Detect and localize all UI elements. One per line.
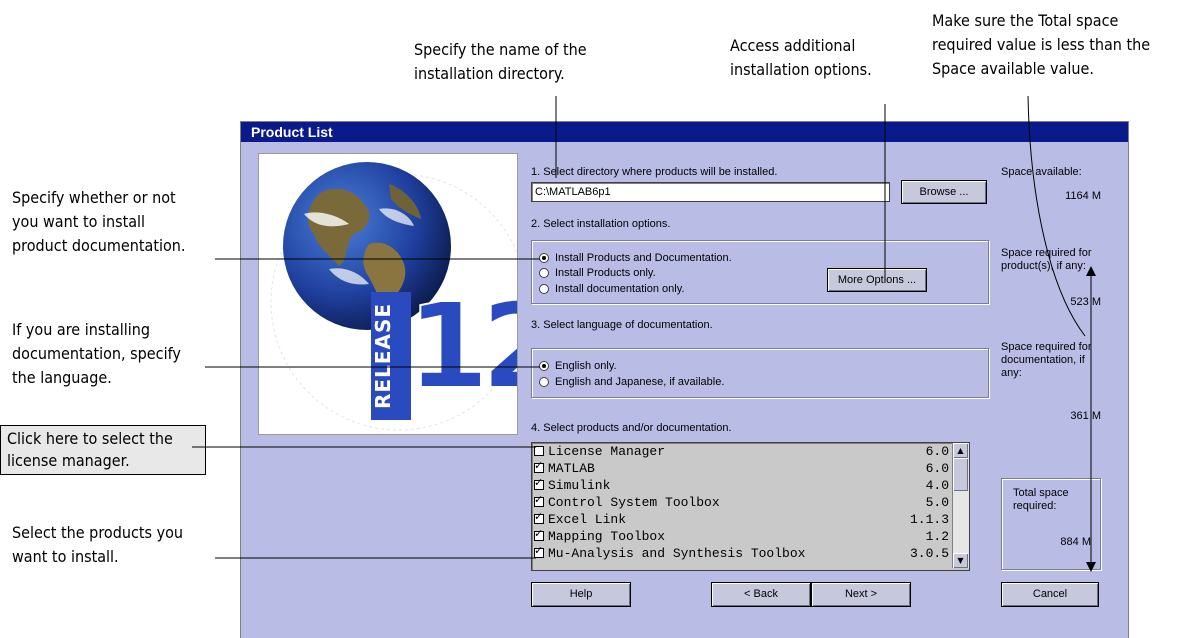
step2-label: 2. Select installation options. [531,218,671,230]
radio-selected-icon [539,253,549,263]
help-button[interactable]: Help [531,582,631,607]
checkbox-checked-icon[interactable] [534,459,544,473]
cancel-button[interactable]: Cancel [1001,582,1099,607]
scroll-up-icon[interactable]: ▲ [953,443,968,458]
radio-icon [539,284,549,294]
option-label: Install Products only. [555,267,656,279]
product-name: Mapping Toolbox [548,528,666,544]
product-name: Control System Toolbox [548,494,720,510]
checkbox-icon[interactable] [534,446,544,456]
option-label: English and Japanese, if available. [555,376,725,388]
install-directory-field[interactable]: C:\MATLAB6p1 [531,182,890,202]
step1-label: 1. Select directory where products will … [531,166,778,178]
annotation-language: If you are installing documentation, spe… [12,320,181,387]
product-name: Simulink [548,477,611,493]
checkbox-checked-icon[interactable] [534,510,544,524]
next-button[interactable]: Next > [811,582,911,607]
product-version: 6.0 [925,460,949,476]
option-label: Install documentation only. [555,283,685,295]
product-name: Excel Link [548,511,627,527]
annotation-documentation: Specify whether or not you want to insta… [12,188,186,255]
annotation-install-directory: Specify the name of the installation dir… [414,40,587,83]
list-item[interactable]: Mapping Toolbox 1.2 [534,527,949,544]
release-12-image: RELEASE 12 [258,153,518,435]
space-available-label: Space available: [1001,166,1082,178]
scroll-down-icon[interactable]: ▼ [953,553,968,568]
list-item[interactable]: Excel Link 1.1.3 [534,510,949,527]
option-products-and-docs[interactable]: Install Products and Documentation. [539,252,732,264]
products-scrollbar[interactable]: ▲ ▼ [952,443,969,568]
option-label: English only. [555,360,617,372]
annotation-space: Make sure the Total space required value… [932,11,1151,78]
space-products-value: 523 M [1070,296,1101,308]
radio-icon [539,377,549,387]
list-item[interactable]: Mu-Analysis and Synthesis Toolbox 3.0.5 [534,544,949,561]
more-options-button[interactable]: More Options ... [827,268,927,292]
products-list[interactable]: License Manager 6.0 MATLAB 6.0 Simulink … [531,442,970,571]
checkbox-checked-icon[interactable] [534,544,544,558]
product-list-dialog: Product List RELEASE 12 1. Select direct… [240,121,1129,638]
list-item[interactable]: License Manager 6.0 [534,443,949,459]
step3-label: 3. Select language of documentation. [531,319,713,331]
option-docs-only[interactable]: Install documentation only. [539,283,684,295]
space-documentation-value: 361 M [1070,410,1101,422]
space-available-value: 1164 M [1065,190,1101,202]
space-products-label: Space required for product(s), if any: [1001,247,1092,272]
release-label: RELEASE [371,292,411,420]
annotation-more-options: Access additional installation options. [730,36,872,79]
product-name: License Manager [548,443,666,459]
step4-label: 4. Select products and/or documentation. [531,422,732,434]
browse-button[interactable]: Browse ... [901,180,987,204]
back-button[interactable]: < Back [711,582,811,607]
checkbox-checked-icon[interactable] [534,493,544,507]
product-version: 4.0 [925,477,949,493]
space-total-value: 884 M [1060,536,1091,548]
checkbox-checked-icon[interactable] [534,476,544,490]
product-name: Mu-Analysis and Synthesis Toolbox [548,545,806,561]
product-version: 5.0 [925,494,949,510]
radio-selected-icon [539,361,549,371]
list-item[interactable]: Control System Toolbox 5.0 [534,493,949,510]
product-version: 3.0.5 [909,545,949,561]
annotation-license-manager: Click here to select the license manager… [0,425,206,475]
language-frame [531,348,989,398]
space-documentation-label: Space required for documentation, if any… [1001,341,1092,379]
product-name: MATLAB [548,460,595,476]
option-english-japanese[interactable]: English and Japanese, if available. [539,376,724,388]
radio-icon [539,268,549,278]
checkbox-checked-icon[interactable] [534,527,544,541]
option-label: Install Products and Documentation. [555,252,732,264]
dialog-title: Product List [241,122,1128,142]
annotation-products: Select the products you want to install. [12,523,184,566]
release-number: 12 [406,276,517,416]
scroll-thumb[interactable] [953,458,968,491]
space-total-label: Total space required: [1013,487,1069,512]
option-products-only[interactable]: Install Products only. [539,267,656,279]
product-version: 6.0 [925,443,949,459]
list-item[interactable]: MATLAB 6.0 [534,459,949,476]
product-version: 1.2 [925,528,949,544]
list-item[interactable]: Simulink 4.0 [534,476,949,493]
option-english-only[interactable]: English only. [539,360,617,372]
product-version: 1.1.3 [909,511,949,527]
